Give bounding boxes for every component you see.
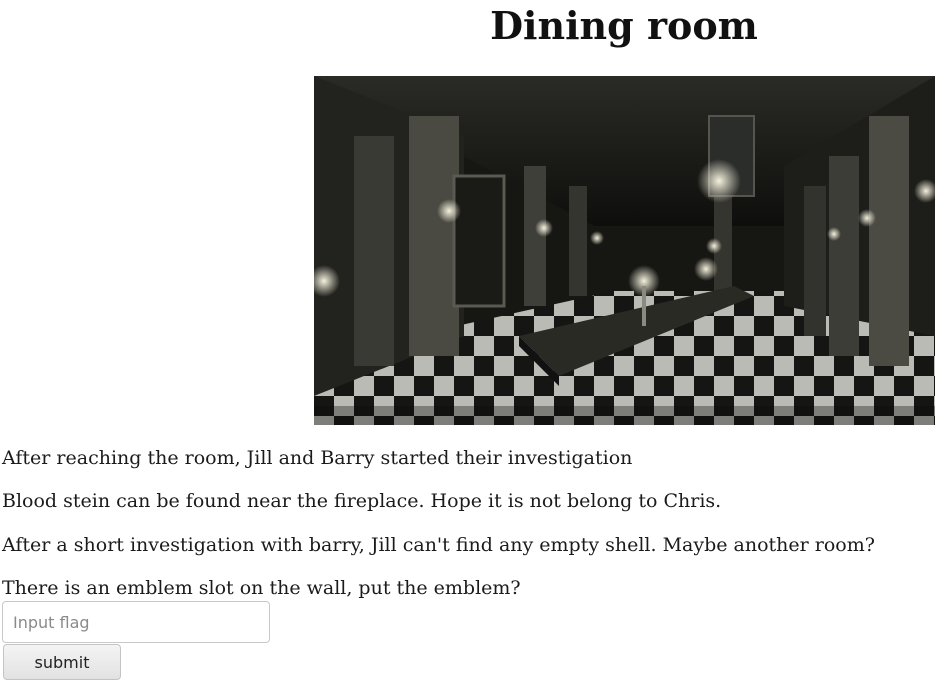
story-line: After a short investigation with barry, … <box>2 534 875 556</box>
story-line: After reaching the room, Jill and Barry … <box>2 447 633 469</box>
submit-button[interactable]: submit <box>3 644 121 680</box>
story-line: There is an emblem slot on the wall, put… <box>2 577 521 599</box>
dining-hall-image <box>314 76 935 425</box>
page-title: Dining room <box>490 3 758 48</box>
story-line: Blood stein can be found near the firepl… <box>2 490 722 512</box>
flag-input[interactable] <box>2 601 270 643</box>
